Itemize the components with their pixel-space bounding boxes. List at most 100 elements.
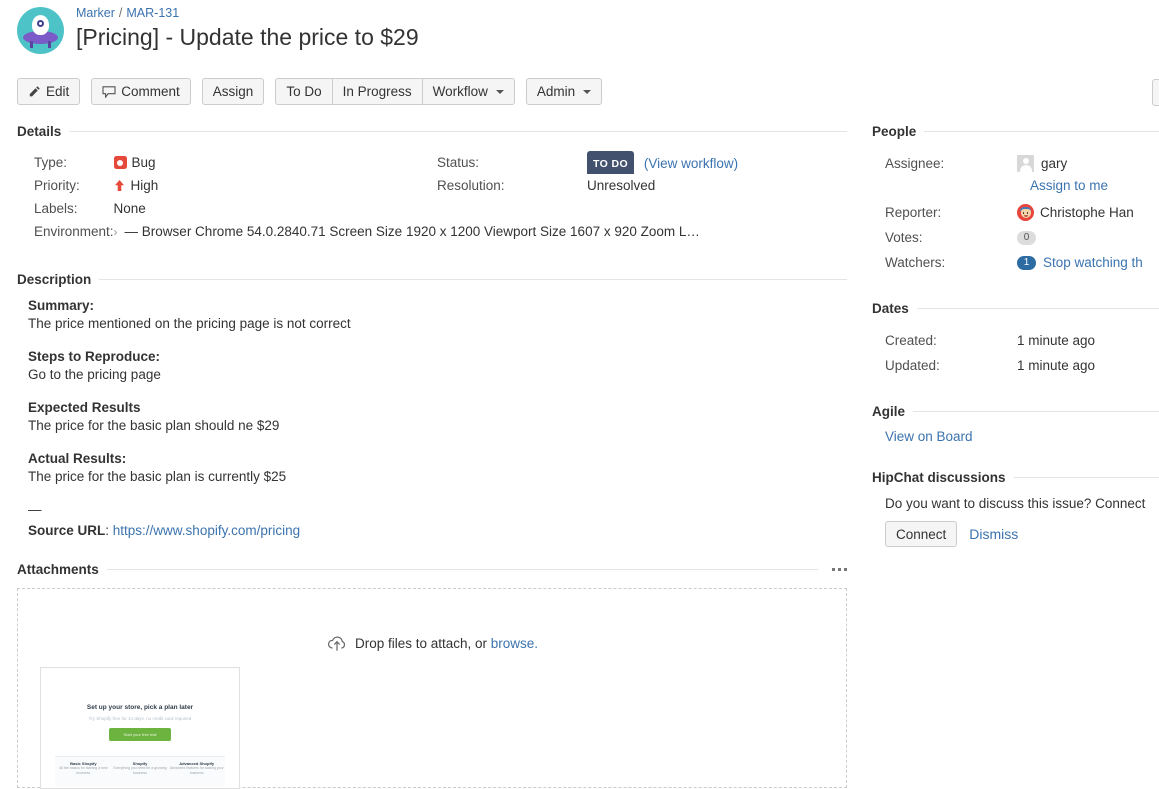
bug-icon — [114, 156, 127, 169]
type-label: Type: — [34, 151, 114, 174]
status-badge: TO DO — [587, 151, 634, 174]
avatar-eye-shape — [1023, 212, 1025, 214]
dates-grid: Created: 1 minute ago Updated: 1 minute … — [872, 328, 1159, 378]
updated-value: 1 minute ago — [1017, 358, 1159, 373]
overflow-toolbar-button-partial[interactable] — [1152, 79, 1159, 106]
dismiss-link[interactable]: Dismiss — [969, 526, 1018, 542]
thumbnail-cta-button: Start your free trial — [109, 728, 171, 741]
details-heading-row: Details — [17, 124, 847, 139]
section-divider — [917, 308, 1159, 309]
transition-in-progress-button[interactable]: In Progress — [332, 78, 422, 105]
watchers-label: Watchers: — [872, 255, 1017, 270]
breadcrumb-issue-key-link[interactable]: MAR-131 — [126, 6, 179, 20]
dropzone-label: Drop files to attach, or browse. — [18, 634, 846, 652]
thumbnail-plan: Shopify Everything you need for a growin… — [112, 761, 169, 786]
issue-header: Marker / MAR-131 [Pricing] - Update the pr… — [0, 0, 1159, 70]
summary-text: The price mentioned on the pricing page … — [28, 316, 847, 331]
reporter-row: Reporter: Christophe Han — [872, 200, 1159, 225]
description-body: Summary: The price mentioned on the pric… — [17, 298, 847, 538]
labels-label: Labels: — [34, 197, 114, 220]
workflow-dropdown-label: Workflow — [433, 84, 488, 99]
ufo-pupil-shape — [39, 22, 42, 25]
stop-watching-link[interactable]: Stop watching th — [1043, 255, 1143, 270]
priority-high-arrow-icon — [114, 176, 125, 189]
avatar — [1017, 204, 1034, 221]
hipchat-heading: HipChat discussions — [872, 470, 1006, 485]
page-title: [Pricing] - Update the price to $29 — [76, 24, 419, 51]
comment-button[interactable]: Comment — [91, 78, 191, 105]
assign-to-me-link[interactable]: Assign to me — [1030, 178, 1108, 193]
assignee-value: gary — [1017, 155, 1159, 172]
chevron-down-icon — [583, 90, 591, 94]
details-left-labels: Type: Priority: Labels: Environment: — [17, 151, 114, 243]
watchers-row: Watchers: 1 Stop watching th — [872, 250, 1159, 275]
details-column-left: Type: Priority: Labels: Environment: Bug… — [17, 151, 437, 243]
issue-sidebar: People Assignee: gary Assign to me Repor… — [872, 124, 1159, 547]
ufo-leg-left-shape — [30, 41, 33, 48]
chevron-down-icon — [496, 90, 504, 94]
breadcrumb-project-link[interactable]: Marker — [76, 6, 115, 20]
assignee-row: Assignee: gary — [872, 151, 1159, 176]
section-divider — [1014, 477, 1159, 478]
thumbnail-cta-label: Start your free trial — [109, 732, 171, 737]
thumbnail-plan-desc: Everything you need for a growing busine… — [112, 766, 169, 777]
attachment-thumbnail[interactable]: Set up your store, pick a plan later Try… — [40, 667, 240, 789]
thumbnail-title: Set up your store, pick a plan later — [41, 704, 239, 711]
transition-todo-button[interactable]: To Do — [275, 78, 331, 105]
details-heading: Details — [17, 124, 61, 139]
reporter-value: Christophe Han — [1017, 204, 1159, 221]
agile-section: Agile View on Board — [872, 404, 1159, 444]
votes-row: Votes: 0 — [872, 225, 1159, 250]
view-on-board-link[interactable]: View on Board — [885, 429, 973, 444]
section-divider — [924, 131, 1159, 132]
assignee-label: Assignee: — [872, 156, 1017, 171]
thumbnail-image: Set up your store, pick a plan later Try… — [41, 668, 239, 788]
attachment-dropzone[interactable]: Drop files to attach, or browse. Set up … — [17, 588, 847, 788]
pencil-icon — [28, 85, 41, 98]
section-divider — [107, 569, 818, 570]
view-workflow-link[interactable]: (View workflow) — [644, 156, 738, 171]
steps-to-reproduce-heading: Steps to Reproduce: — [28, 349, 847, 364]
workflow-dropdown-button[interactable]: Workflow — [422, 78, 515, 105]
summary-heading: Summary: — [28, 298, 847, 313]
edit-button[interactable]: Edit — [17, 78, 80, 105]
environment-label: Environment: — [34, 220, 114, 243]
status-value-row: TO DO (View workflow) — [587, 151, 738, 174]
people-grid: Assignee: gary Assign to me Reporter: — [872, 151, 1159, 275]
thumbnail-plan-desc: Advanced features for scaling your busin… — [168, 766, 225, 777]
updated-row: Updated: 1 minute ago — [872, 353, 1159, 378]
chevron-right-icon[interactable]: › — [114, 225, 118, 239]
reporter-label: Reporter: — [872, 205, 1017, 220]
votes-count-badge: 0 — [1017, 231, 1036, 245]
admin-dropdown-label: Admin — [537, 84, 575, 99]
watchers-count-badge: 1 — [1017, 256, 1036, 270]
source-url-link[interactable]: https://www.shopify.com/pricing — [113, 523, 300, 538]
description-divider-dash: — — [28, 502, 847, 517]
assign-button[interactable]: Assign — [202, 78, 265, 105]
description-heading-row: Description — [17, 272, 847, 287]
more-options-icon[interactable] — [832, 568, 847, 571]
resolution-label: Resolution: — [437, 174, 587, 197]
connect-button[interactable]: Connect — [885, 521, 957, 547]
section-divider — [99, 279, 847, 280]
source-url-row: Source URL: https://www.shopify.com/pric… — [28, 523, 847, 538]
breadcrumb: Marker / MAR-131 — [76, 6, 179, 20]
details-section: Details Type: Priority: Labels: Environm… — [17, 124, 847, 243]
people-heading-row: People — [872, 124, 1159, 139]
hipchat-heading-row: HipChat discussions — [872, 470, 1159, 485]
details-right-labels: Status: Resolution: — [437, 151, 587, 243]
dates-heading-row: Dates — [872, 301, 1159, 316]
admin-dropdown-button[interactable]: Admin — [526, 78, 602, 105]
avatar — [1017, 155, 1034, 172]
breadcrumb-separator: / — [119, 6, 122, 20]
votes-label: Votes: — [872, 230, 1017, 245]
created-label: Created: — [872, 333, 1017, 348]
priority-value: High — [131, 178, 159, 193]
people-heading: People — [872, 124, 916, 139]
workflow-button-group: To Do In Progress Workflow — [275, 78, 515, 105]
hipchat-actions: Connect Dismiss — [885, 521, 1159, 547]
project-avatar-ufo-icon[interactable] — [17, 7, 64, 54]
details-grid: Type: Priority: Labels: Environment: Bug… — [17, 151, 847, 243]
browse-link[interactable]: browse. — [491, 636, 538, 651]
attachments-section: Attachments Drop files to attach, or bro… — [17, 562, 847, 788]
